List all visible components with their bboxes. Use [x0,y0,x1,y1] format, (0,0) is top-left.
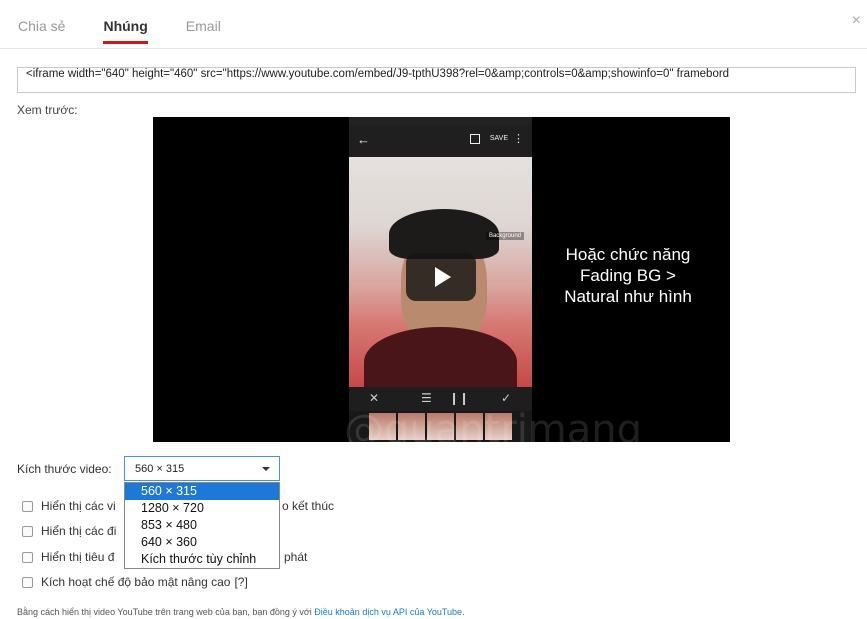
terms-footer: Bằng cách hiển thị video YouTube trên tr… [17,607,465,617]
overlay-line: Hoặc chức năng [565,245,691,264]
video-size-select[interactable]: 560 × 315 [124,456,280,481]
phone-status-bar [349,117,532,125]
option-label: Hiển thị các đi [41,524,117,538]
pause-icon: ❙❙ [449,391,470,405]
size-option[interactable]: Kích thước tùy chỉnh [125,551,279,568]
play-button-icon[interactable] [406,253,476,301]
tabs-divider [0,48,867,49]
tab-embed[interactable]: Nhúng [103,18,149,44]
overlay-line: Fading BG > [580,266,676,285]
option-label: Hiển thị các vi [41,499,116,513]
overlay-line: Natural như hình [564,287,692,306]
chevron-down-icon [262,467,270,471]
api-terms-link[interactable]: Điều khoản dịch vụ API của YouTube [314,607,462,617]
arrow-back-icon: ← [357,132,370,147]
checkbox[interactable] [22,551,33,563]
option-label-tail: o kết thúc [282,499,335,513]
video-size-selected-value: 560 × 315 [135,463,185,475]
size-option[interactable]: 560 × 315 [125,483,279,500]
option-row: Kích hoạt chế độ bảo mật nâng cao [?] [22,575,248,589]
checkbox[interactable] [22,525,33,537]
close-icon[interactable]: × [852,12,861,30]
more-vert-icon: ⋮ [513,133,524,145]
image-icon [470,134,480,144]
option-row: Hiển thị tiêu đ [22,550,114,564]
video-size-dropdown: 560 × 315 1280 × 720 853 × 480 640 × 360… [124,482,280,569]
video-preview[interactable]: ← SAVE ⋮ Background ✕ ☰ ❙❙ ✓ Hoặc chức n… [153,117,730,442]
option-label-tail: phát [284,550,308,564]
phone-bg-tag: Background [485,232,524,240]
hair-shape [389,209,499,259]
tab-email[interactable]: Email [186,18,221,44]
option-row: Hiển thị các vi [22,499,116,513]
close-icon: ✕ [369,391,380,405]
tab-share[interactable]: Chia sẻ [18,18,65,44]
video-overlay-text: Hoặc chức năng Fading BG > Natural như h… [543,244,713,307]
phone-save-label: SAVE [489,135,508,142]
size-option[interactable]: 1280 × 720 [125,500,279,517]
preview-label: Xem trước: [17,103,78,117]
size-option[interactable]: 853 × 480 [125,517,279,534]
option-label: Kích hoạt chế độ bảo mật nâng cao [41,575,231,589]
help-link[interactable]: [?] [234,575,247,589]
size-option[interactable]: 640 × 360 [125,534,279,551]
footer-end: . [462,607,465,617]
video-size-label: Kích thước video: [17,462,112,476]
embed-code-field[interactable]: <iframe width="640" height="460" src="ht… [17,67,856,93]
watermark-logo: @quantrimang [343,407,643,442]
phone-app-bar: ← SAVE ⋮ [349,125,532,157]
checkbox[interactable] [22,500,33,512]
option-label: Hiển thị tiêu đ [41,550,115,564]
footer-text: Bằng cách hiển thị video YouTube trên tr… [17,607,315,617]
menu-icon: ☰ [421,391,432,405]
share-tabs: Chia sẻ Nhúng Email [18,18,259,44]
option-row: Hiển thị các đi [22,524,116,538]
checkbox[interactable] [22,576,33,588]
check-icon: ✓ [501,391,512,405]
